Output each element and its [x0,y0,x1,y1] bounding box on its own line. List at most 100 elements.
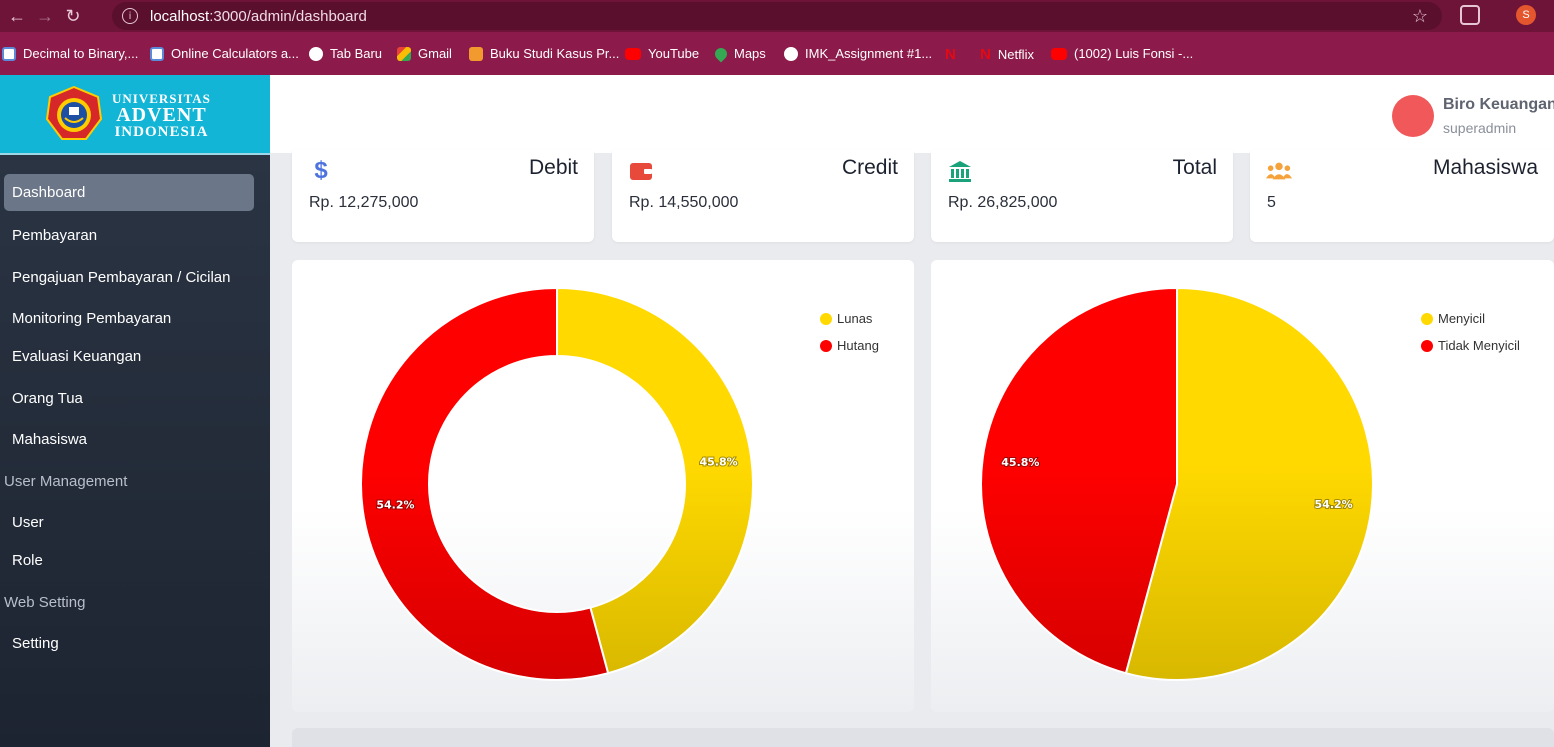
sidebar-item-user[interactable]: User [4,504,254,541]
url-host: localhost [150,7,210,25]
bookmark-item[interactable]: (1002) Luis Fonsi -... [1051,46,1193,61]
pie-chart: 54.2% 45.8% [980,286,1374,681]
legend-label: Lunas [837,311,873,326]
sidebar: UNIVERSITAS ADVENT INDONESIA Dashboard P… [0,75,270,747]
bookmark-label: (1002) Luis Fonsi -... [1074,46,1194,61]
legend-item[interactable]: Lunas [820,311,872,326]
brand-line-3: INDONESIA [114,124,209,140]
card-title: Credit [841,156,898,179]
sidebar-item-pengajuan[interactable]: Pengajuan Pembayaran / Cicilan [4,259,254,296]
bookmark-item[interactable]: Gmail [397,46,452,61]
youtube-icon [625,47,641,60]
bookmark-label: IMK_Assignment #1... [805,46,933,61]
globe-icon [784,46,798,61]
doc-icon [150,46,164,61]
card-mahasiswa: Mahasiswa 5 [1250,150,1554,242]
extensions-icon[interactable] [1460,5,1480,25]
site-info-icon[interactable]: i [122,8,138,24]
sidebar-item-dashboard[interactable]: Dashboard [4,174,254,211]
legend-item[interactable]: Tidak Menyicil [1421,338,1520,353]
netflix-icon: N [945,46,956,63]
card-credit: Credit Rp. 14,550,000 [612,150,914,242]
bookmark-item[interactable]: Buku Studi Kasus Pr... [469,46,619,61]
donut-chart: 45.8% 54.2% [360,286,754,681]
sidebar-item-monitoring[interactable]: Monitoring Pembayaran [4,300,254,337]
sidebar-item-mahasiswa[interactable]: Mahasiswa [4,421,254,458]
youtube-icon [1051,47,1067,60]
brand-header[interactable]: UNIVERSITAS ADVENT INDONESIA [0,75,270,153]
slice-label: 45.8% [1001,456,1039,469]
bookmark-label: Netflix [997,47,1034,62]
url-text: localhost:3000/admin/dashboard [150,8,367,25]
bottom-panel [292,728,1554,747]
sidebar-item-setting[interactable]: Setting [4,625,254,662]
bookmark-label: Gmail [418,46,452,61]
bookmark-item[interactable]: Maps [712,45,766,62]
reload-icon[interactable]: ↻ [62,5,84,27]
legend-item[interactable]: Hutang [820,338,879,353]
sidebar-item-role[interactable]: Role [4,542,254,579]
top-bar [270,75,1554,153]
brand-line-2: ADVENT [116,104,207,126]
legend-swatch [820,339,832,352]
slice-label: 54.2% [1315,498,1353,511]
card-value: Rp. 14,550,000 [629,194,739,211]
card-debit: $ Debit Rp. 12,275,000 [292,150,594,242]
card-total: Total Rp. 26,825,000 [931,150,1233,242]
brand-text: UNIVERSITAS ADVENT INDONESIA [112,92,211,140]
dollar-icon: $ [314,157,328,184]
bookmark-star-icon[interactable]: ☆ [1412,6,1428,27]
user-name[interactable]: Biro Keuangan [1443,96,1554,114]
gmail-icon [397,46,411,61]
card-value: 5 [1267,194,1276,211]
user-avatar[interactable] [1392,95,1434,137]
card-title: Total [1172,156,1217,179]
legend-swatch [1421,339,1433,352]
bookmark-label: Tab Baru [330,46,383,61]
sidebar-heading-user-management: User Management [4,473,128,490]
card-title: Mahasiswa [1432,156,1538,179]
browser-toolbar: ← → ↻ i localhost:3000/admin/dashboard ☆… [0,0,1554,32]
bookmark-item[interactable]: Decimal to Binary,... [2,46,138,61]
bookmark-label: Buku Studi Kasus Pr... [490,46,620,61]
bookmark-label: Online Calculators a... [171,46,299,61]
sidebar-item-orang-tua[interactable]: Orang Tua [4,380,254,417]
netflix-icon: N [980,46,991,63]
card-title: Debit [528,156,578,179]
doc-icon [2,46,16,61]
legend-swatch [820,312,832,325]
bank-icon [947,158,973,184]
legend-label: Hutang [837,338,879,353]
forward-icon[interactable]: → [34,5,56,27]
profile-avatar[interactable]: S [1516,5,1536,25]
bookmark-item[interactable]: IMK_Assignment #1... [784,46,932,61]
slice-label: 54.2% [376,498,414,511]
bookmark-item[interactable]: YouTube [625,46,699,61]
sidebar-item-pembayaran[interactable]: Pembayaran [4,217,254,254]
slice-label: 45.8% [699,456,737,469]
legend-label: Tidak Menyicil [1438,338,1520,353]
chart-panel-status: 45.8% 54.2% Lunas Hutang [292,260,914,712]
card-value: Rp. 12,275,000 [309,194,419,211]
legend-item[interactable]: Menyicil [1421,311,1485,326]
bookmark-label: Decimal to Binary,... [23,46,139,61]
wallet-icon [628,158,654,184]
bookmarks-bar: Decimal to Binary,... Online Calculators… [0,32,1554,75]
bookmark-item[interactable]: Online Calculators a... [150,46,299,61]
legend-label: Menyicil [1438,311,1485,326]
bookmark-label: YouTube [648,46,700,61]
sidebar-heading-web-setting: Web Setting [4,594,86,611]
legend-swatch [1421,312,1433,325]
sidebar-item-evaluasi[interactable]: Evaluasi Keuangan [4,338,254,375]
address-bar[interactable]: i localhost:3000/admin/dashboard ☆ [112,2,1442,30]
academic-icon [469,46,483,61]
bookmark-item[interactable]: Tab Baru [309,46,382,61]
back-icon[interactable]: ← [6,5,28,27]
bookmark-item[interactable]: N [945,46,963,63]
maps-icon [712,45,730,62]
users-icon [1266,158,1292,184]
card-value: Rp. 26,825,000 [948,194,1058,211]
university-logo-icon [46,86,102,140]
bookmark-item[interactable]: N Netflix [980,46,1034,63]
url-path: :3000/admin/dashboard [209,7,367,25]
